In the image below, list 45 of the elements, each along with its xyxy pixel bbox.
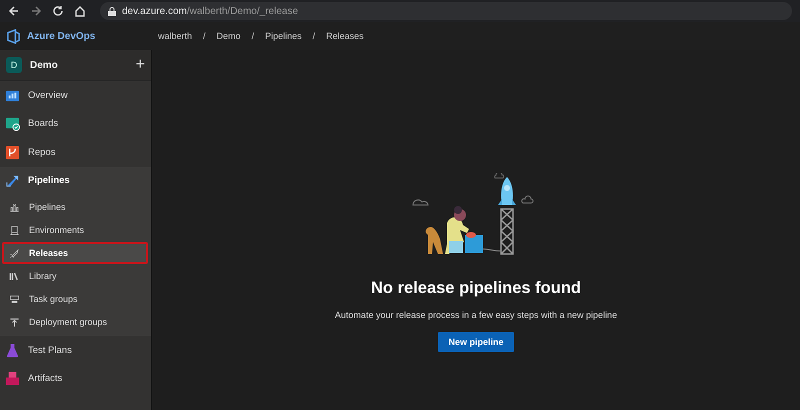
- nav-subitem[interactable]: Releases: [2, 242, 148, 264]
- breadcrumb-separator: /: [203, 31, 206, 41]
- product-name[interactable]: Azure DevOps: [27, 30, 96, 42]
- breadcrumb-separator: /: [312, 31, 316, 41]
- logo-icon: [6, 28, 21, 44]
- nav-item[interactable]: Pipelines: [0, 166, 151, 195]
- project-avatar: D: [6, 57, 22, 73]
- nav-subitem[interactable]: Environments: [2, 219, 148, 241]
- subitem-icon: [9, 316, 20, 328]
- hub-icon: [5, 144, 20, 160]
- new-pipeline-button[interactable]: New pipeline: [438, 332, 514, 352]
- hub-icon: [5, 173, 20, 188]
- breadcrumb-link[interactable]: Releases: [326, 31, 364, 41]
- nav-subitem[interactable]: Pipelines: [2, 196, 148, 218]
- empty-state-title: No release pipelines found: [371, 279, 581, 298]
- nav-item[interactable]: Artifacts: [0, 364, 151, 393]
- subitem-icon: [9, 202, 20, 212]
- reload-icon[interactable]: [52, 5, 64, 17]
- add-button[interactable]: +: [136, 57, 145, 73]
- hub-icon: [5, 342, 20, 358]
- breadcrumb-separator: /: [252, 31, 254, 41]
- nav-item[interactable]: Repos: [0, 138, 151, 166]
- nav-subitem[interactable]: Deployment groups: [2, 311, 148, 333]
- hub-icon: [5, 371, 20, 386]
- breadcrumb-link[interactable]: Demo: [216, 31, 241, 41]
- breadcrumb-link[interactable]: walberth: [158, 31, 192, 41]
- subitem-icon: [9, 248, 20, 258]
- empty-state-message: Automate your release process in a few easy steps with a new pipeline: [334, 310, 618, 320]
- url-text: dev.azure.com/walberth/Demo/_release: [122, 6, 298, 16]
- nav-item[interactable]: Overview: [0, 81, 151, 110]
- breadcrumb-link[interactable]: Pipelines: [265, 31, 302, 41]
- nav-subitem[interactable]: Library: [2, 265, 148, 287]
- nav-subitem[interactable]: Task groups: [2, 288, 148, 310]
- subitem-icon: [9, 294, 20, 304]
- address-bar[interactable]: dev.azure.com/walberth/Demo/_release: [100, 2, 792, 20]
- subitem-icon: [9, 224, 20, 236]
- back-icon[interactable]: [8, 5, 20, 17]
- lock-icon: [108, 6, 116, 16]
- forward-icon[interactable]: [30, 5, 42, 17]
- project-name[interactable]: Demo: [30, 60, 128, 70]
- nav-item[interactable]: Boards: [0, 110, 151, 138]
- home-icon[interactable]: [74, 5, 86, 17]
- hub-icon: [5, 116, 20, 132]
- nav-item[interactable]: Test Plans: [0, 336, 151, 364]
- subitem-icon: [9, 270, 20, 282]
